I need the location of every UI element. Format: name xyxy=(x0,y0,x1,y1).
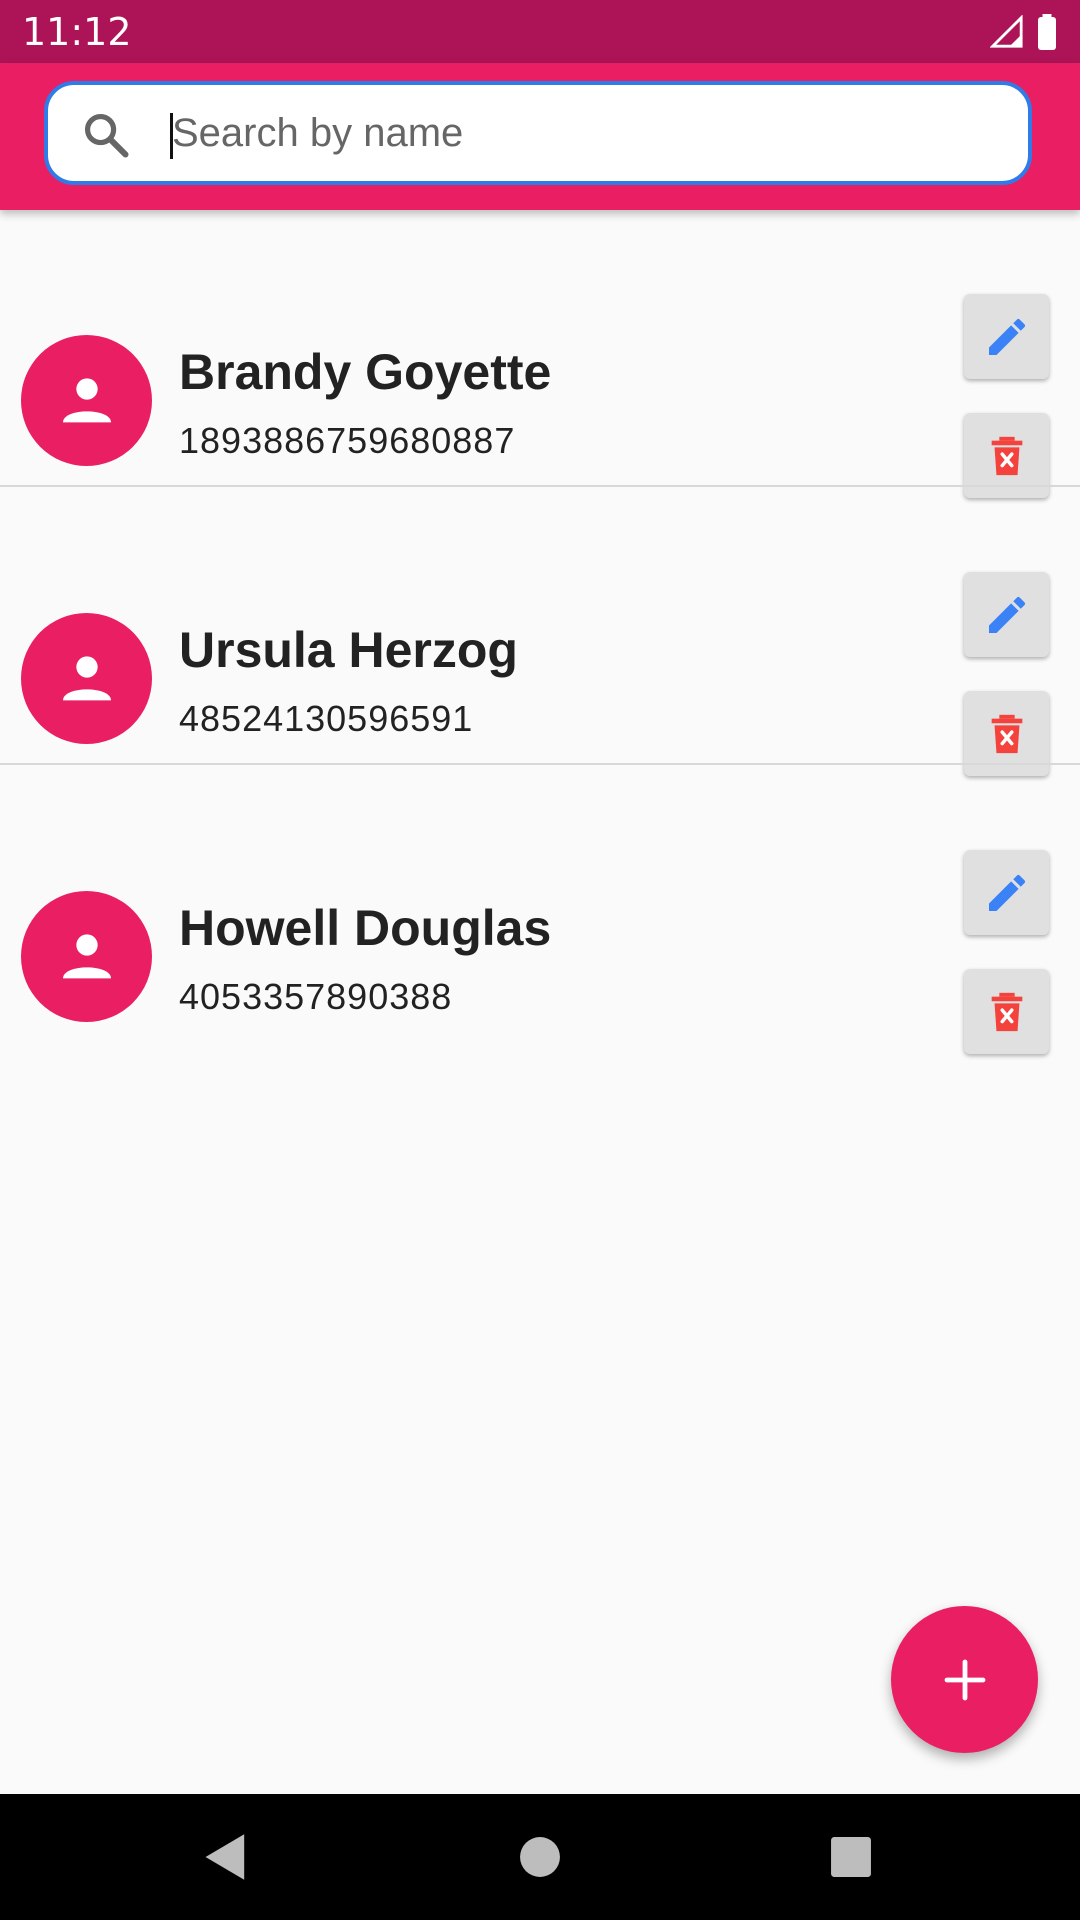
pencil-icon xyxy=(988,596,1025,633)
home-button[interactable] xyxy=(510,1827,570,1887)
text-cursor xyxy=(170,113,173,159)
trash-icon xyxy=(991,992,1022,1031)
divider xyxy=(0,485,1080,487)
app-bar xyxy=(0,63,1080,210)
plus-icon xyxy=(944,1659,985,1700)
recents-button[interactable] xyxy=(821,1827,881,1887)
divider xyxy=(0,763,1080,765)
navigation-bar xyxy=(0,1794,1080,1920)
add-contact-button[interactable] xyxy=(891,1606,1038,1753)
contact-phone: 1893886759680887 xyxy=(179,420,516,461)
contact-phone: 4053357890388 xyxy=(179,976,453,1017)
person-icon xyxy=(62,377,111,422)
recents-icon xyxy=(831,1837,871,1877)
edit-button[interactable] xyxy=(964,572,1049,657)
delete-button[interactable] xyxy=(964,969,1049,1054)
pencil-icon xyxy=(988,874,1025,911)
avatar xyxy=(21,335,152,466)
status-bar: 11:12 xyxy=(0,0,1080,63)
avatar xyxy=(21,613,152,744)
contact-name: Brandy Goyette xyxy=(179,344,552,400)
edit-button[interactable] xyxy=(964,294,1049,379)
home-icon xyxy=(520,1837,560,1877)
pencil-icon xyxy=(988,318,1025,355)
back-icon xyxy=(205,1834,245,1880)
contact-item[interactable]: Howell Douglas 4053357890388 xyxy=(0,766,1080,1054)
contact-item[interactable]: Brandy Goyette 1893886759680887 xyxy=(0,210,1080,498)
battery-icon xyxy=(1038,14,1056,50)
trash-icon xyxy=(991,436,1022,475)
avatar xyxy=(21,891,152,1022)
person-icon xyxy=(62,655,111,700)
contact-name: Howell Douglas xyxy=(179,900,552,956)
trash-icon xyxy=(991,714,1022,753)
signal-icon xyxy=(990,15,1023,48)
person-icon xyxy=(62,933,111,978)
back-button[interactable] xyxy=(196,1827,256,1887)
contact-phone: 48524130596591 xyxy=(179,698,474,739)
search-icon xyxy=(84,113,129,158)
search-box[interactable] xyxy=(44,81,1032,185)
contact-name: Ursula Herzog xyxy=(179,622,518,678)
contact-item[interactable]: Ursula Herzog 48524130596591 xyxy=(0,488,1080,776)
status-icons xyxy=(990,14,1058,50)
status-time: 11:12 xyxy=(22,10,132,54)
edit-button[interactable] xyxy=(964,850,1049,935)
search-input[interactable] xyxy=(168,103,992,163)
